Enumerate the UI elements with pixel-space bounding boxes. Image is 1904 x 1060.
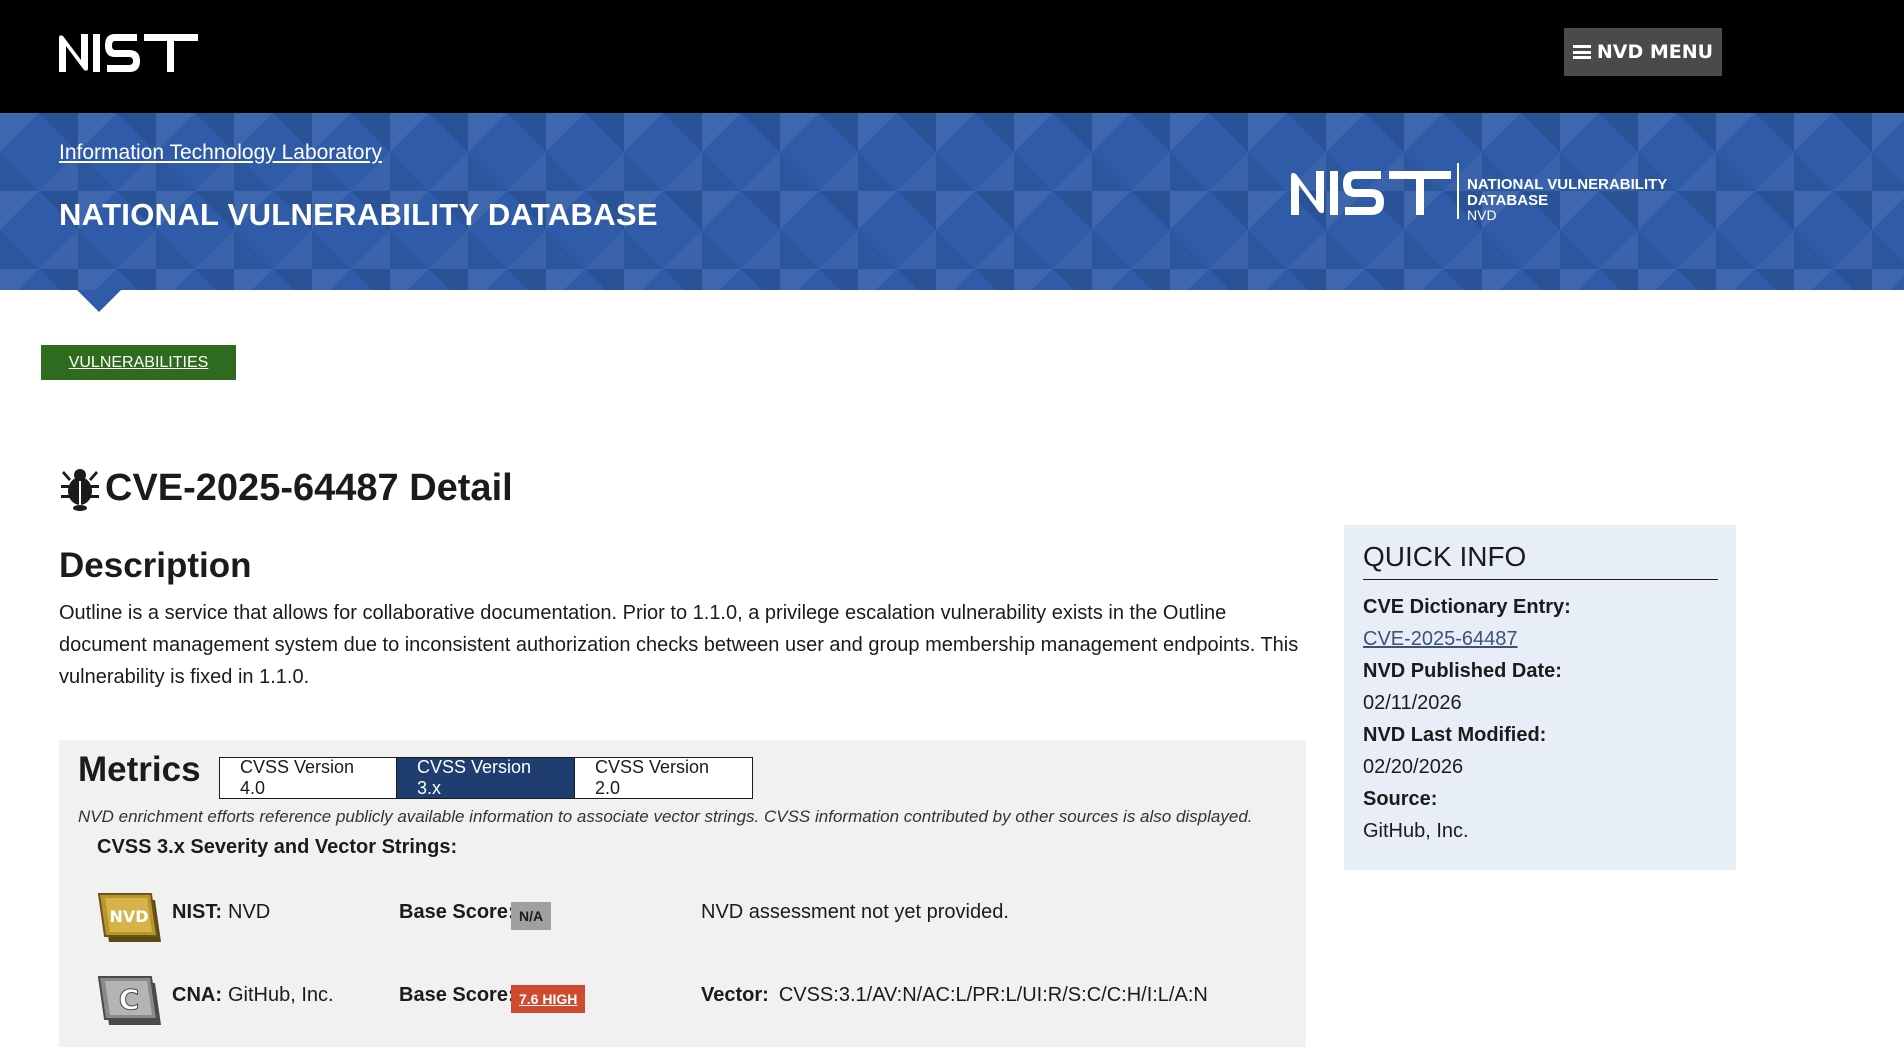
score-high-badge[interactable]: 7.6 HIGH — [511, 985, 586, 1013]
breadcrumb-vulnerabilities[interactable]: VULNERABILITIES — [41, 345, 236, 380]
last-modified-label: NVD Last Modified: — [1363, 724, 1547, 746]
nvd-badge-icon: NVD — [97, 893, 161, 942]
hamburger-icon — [1572, 45, 1591, 59]
banner-pointer — [77, 290, 121, 312]
base-score-label: Base Score: — [399, 901, 515, 923]
score-row-cna: C CNA: GitHub, Inc. Base Score: 7.6 HIGH … — [97, 975, 1277, 1031]
nvd-menu-label: NVD MENU — [1596, 41, 1714, 63]
source-nist: NIST: NVD — [172, 901, 270, 924]
cve-title: CVE-2025-64487 Detail — [105, 466, 513, 509]
nvd-assessment: NVD assessment not yet provided. — [701, 901, 1009, 924]
tab-cvss-4-0[interactable]: CVSS Version 4.0 — [219, 757, 397, 799]
description-text: Outline is a service that allows for col… — [59, 602, 1299, 688]
vector-string: CVSS:3.1/AV:N/AC:L/PR:L/UI:R/S:C/C:H/I:L… — [778, 984, 1208, 1006]
nvd-logo[interactable]: NATIONAL VULNERABILITY DATABASE NVD — [1291, 163, 1671, 223]
site-title: NATIONAL VULNERABILITY DATABASE — [59, 197, 658, 232]
nvd-menu-button[interactable]: NVD MENU — [1564, 28, 1722, 76]
nvd-logo-line-3: NVD — [1467, 207, 1497, 223]
source-value: NVD — [228, 901, 271, 923]
quick-info-heading: QUICK INFO — [1363, 541, 1718, 580]
metrics-panel: Metrics CVSS Version 4.0 CVSS Version 3.… — [59, 740, 1306, 1047]
published-date-label: NVD Published Date: — [1363, 660, 1562, 682]
quick-info-panel: QUICK INFO CVE Dictionary Entry: CVE-202… — [1344, 525, 1736, 870]
nvd-logo-line-1: NATIONAL VULNERABILITY — [1467, 176, 1667, 193]
cna-badge-text: C — [119, 983, 140, 1016]
metrics-heading: Metrics — [78, 750, 201, 789]
metrics-note: NVD enrichment efforts reference publicl… — [78, 807, 1253, 826]
cvss-version-tabs: CVSS Version 4.0 CVSS Version 3.x CVSS V… — [219, 757, 753, 799]
description-heading: Description — [59, 546, 252, 585]
base-score-label: Base Score: — [399, 984, 515, 1006]
source-label: NIST: — [172, 901, 222, 923]
itl-link[interactable]: Information Technology Laboratory — [59, 141, 382, 165]
site-banner: Information Technology Laboratory NATION… — [0, 113, 1904, 290]
vector-strings-heading: CVSS 3.x Severity and Vector Strings: — [97, 836, 458, 858]
nvd-badge-text: NVD — [109, 907, 148, 926]
tab-cvss-3-x[interactable]: CVSS Version 3.x — [397, 757, 575, 799]
page-title: CVE-2025-64487 Detail — [59, 462, 513, 514]
source-label: Source: — [1363, 788, 1438, 810]
vector-label: Vector: — [701, 984, 769, 1006]
cve-dictionary-link[interactable]: CVE-2025-64487 — [1363, 628, 1518, 651]
top-bar: NVD MENU — [0, 0, 1904, 113]
bug-icon — [61, 469, 99, 511]
published-date-value: 02/11/2026 — [1363, 692, 1462, 714]
source-value: GitHub, Inc. — [228, 984, 334, 1006]
cna-badge-icon: C — [97, 976, 161, 1025]
source-label: CNA: — [172, 984, 222, 1006]
last-modified-value: 02/20/2026 — [1363, 756, 1464, 778]
score-row-nist: NVD NIST: NVD Base Score: N/A NVD assessm… — [97, 892, 1277, 948]
assessment-text: NVD assessment not yet provided. — [701, 901, 1009, 923]
source-value: GitHub, Inc. — [1363, 820, 1469, 842]
source-cna: CNA: GitHub, Inc. — [172, 984, 334, 1007]
nist-logo[interactable] — [59, 34, 198, 72]
tab-cvss-2-0[interactable]: CVSS Version 2.0 — [575, 757, 753, 799]
score-na-badge: N/A — [511, 902, 552, 930]
cna-vector: Vector: CVSS:3.1/AV:N/AC:L/PR:L/UI:R/S:C/… — [701, 984, 1208, 1007]
cve-dictionary-label: CVE Dictionary Entry: — [1363, 596, 1571, 618]
